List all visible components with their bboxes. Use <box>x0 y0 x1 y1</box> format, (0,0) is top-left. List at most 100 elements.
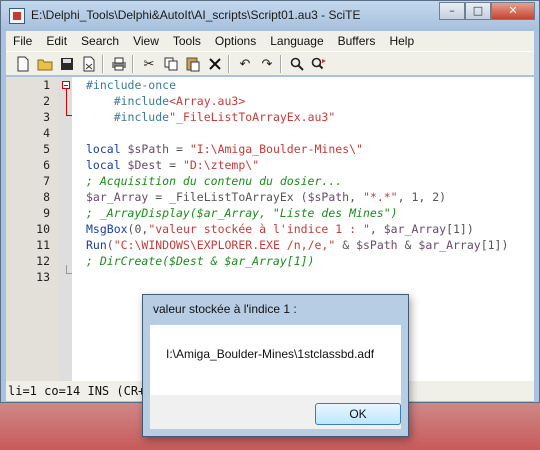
line-number: 3 <box>43 110 50 124</box>
line-text: ; DirCreate($Dest & $ar_Array[1]) <box>86 253 314 269</box>
code-line: 1 #include-once <box>6 77 534 93</box>
line-text: MsgBox(0,"valeur stockée à l'indice 1 : … <box>86 221 474 237</box>
code-line: 8 $ar_Array = _FileListToArrayEx ($sPath,… <box>6 189 534 205</box>
code-token: "valeur stockée à l'indice 1 : " <box>148 222 370 236</box>
close-file-icon[interactable] <box>80 55 98 73</box>
line-text: #include-once <box>86 77 176 93</box>
line-number: 13 <box>36 270 50 284</box>
scite-app-icon[interactable] <box>9 8 25 24</box>
code-token: ( <box>106 238 114 252</box>
code-line: 5 local $sPath = "I:\Amiga_Boulder-Mines\… <box>6 141 534 157</box>
code-token: "*.*" <box>362 190 398 204</box>
undo-icon[interactable]: ↶ <box>236 55 254 73</box>
code-token: Run <box>86 238 107 252</box>
dialog-title: valeur stockée à l'indice 1 : <box>153 302 297 316</box>
title-bar[interactable]: E:\Delphi_Tools\Delphi&AutoIt\AI_scripts… <box>1 1 539 31</box>
code-token: $sPath <box>356 238 398 252</box>
code-token: "I:\Amiga_Boulder-Mines\" <box>189 142 363 156</box>
code-token: [1]) <box>446 222 474 236</box>
replace-icon[interactable] <box>310 55 328 73</box>
line-text: #include<Array.au3> <box>86 93 246 109</box>
menu-view[interactable]: View <box>126 34 166 48</box>
code-token: local <box>86 158 128 172</box>
code-token: $ar_Array <box>418 238 481 252</box>
code-token: local <box>86 142 128 156</box>
maximize-button[interactable]: □ <box>465 2 491 20</box>
line-number: 6 <box>43 158 50 172</box>
toolbar-separator <box>102 55 104 73</box>
print-icon[interactable] <box>110 55 128 73</box>
code-line: 11 Run("C:\WINDOWS\EXPLORER.EXE /n,/e," &… <box>6 237 534 253</box>
code-token: MsgBox <box>86 222 128 236</box>
code-line: 3 #include"_FileListToArrayEx.au3" <box>6 109 534 125</box>
paste-icon[interactable] <box>184 55 202 73</box>
toolbar-separator <box>228 55 230 73</box>
open-folder-icon[interactable] <box>36 55 54 73</box>
line-text: Run("C:\WINDOWS\EXPLORER.EXE /n,/e," & $… <box>86 237 508 253</box>
menu-file[interactable]: File <box>6 34 39 48</box>
code-token: <Array.au3> <box>169 94 246 108</box>
code-token: [1]) <box>480 238 509 252</box>
minimize-button[interactable]: – <box>439 2 465 20</box>
line-text: local $Dest = "D:\ztemp\" <box>86 157 259 173</box>
code-token: "_FileListToArrayEx.au3" <box>169 110 336 124</box>
window-title: E:\Delphi_Tools\Delphi&AutoIt\AI_scripts… <box>31 8 361 22</box>
code-token: , <box>349 190 363 204</box>
code-line: 12 ; DirCreate($Dest & $ar_Array[1]) <box>6 253 534 269</box>
code-line: 9 ; _ArrayDisplay($ar_Array, "Liste des M… <box>6 205 534 221</box>
code-token: $Dest <box>127 158 163 172</box>
line-number: 12 <box>36 254 50 268</box>
code-token: (0, <box>127 222 149 236</box>
line-number: 9 <box>43 206 50 220</box>
save-icon[interactable] <box>58 55 76 73</box>
menu-bar: File Edit Search View Tools Options Lang… <box>6 31 534 51</box>
menu-help[interactable]: Help <box>382 34 421 48</box>
code-token: & <box>335 238 357 252</box>
line-text: ; Acquisition du contenu du dosier... <box>86 173 342 189</box>
menu-buffers[interactable]: Buffers <box>331 34 383 48</box>
code-line: 2 #include<Array.au3> <box>6 93 534 109</box>
menu-language[interactable]: Language <box>263 34 330 48</box>
code-line: 10 MsgBox(0,"valeur stockée à l'indice 1 … <box>6 221 534 237</box>
code-line: 4 <box>6 125 534 141</box>
msgbox-dialog: valeur stockée à l'indice 1 : I:\Amiga_B… <box>142 294 409 437</box>
code-token: "D:\ztemp\" <box>182 158 260 172</box>
dialog-message: I:\Amiga_Boulder-Mines\1stclassbd.adf <box>166 347 375 361</box>
line-number: 1 <box>43 78 50 92</box>
line-number: 7 <box>43 174 50 188</box>
line-number: 4 <box>43 126 50 140</box>
cut-icon[interactable]: ✂ <box>140 55 158 73</box>
ok-button[interactable]: OK <box>315 403 401 425</box>
copy-icon[interactable] <box>162 55 180 73</box>
line-text: local $sPath = "I:\Amiga_Boulder-Mines\" <box>86 141 363 157</box>
code-token: , 1, 2) <box>397 190 447 204</box>
menu-tools[interactable]: Tools <box>166 34 208 48</box>
code-token: = _FileListToArrayEx ( <box>148 190 308 204</box>
line-number: 8 <box>43 190 50 204</box>
code-token: = <box>169 142 190 156</box>
line-number: 2 <box>43 94 50 108</box>
line-text: $ar_Array = _FileListToArrayEx ($sPath , … <box>86 189 446 205</box>
new-file-icon[interactable] <box>14 55 32 73</box>
menu-search[interactable]: Search <box>74 34 126 48</box>
menu-options[interactable]: Options <box>208 34 263 48</box>
code-token: #include <box>86 94 170 108</box>
find-icon[interactable] <box>288 55 306 73</box>
code-token: $ar_Array <box>383 222 447 236</box>
redo-icon[interactable]: ↷ <box>258 55 276 73</box>
line-text: ; _ArrayDisplay($ar_Array, "Liste des Mi… <box>86 205 398 221</box>
menu-edit[interactable]: Edit <box>39 34 74 48</box>
code-token: $sPath <box>307 190 350 204</box>
toolbar: ✂ ↶ ↷ <box>6 51 534 75</box>
window-controls: – □ ✕ <box>439 2 535 20</box>
close-button[interactable]: ✕ <box>491 2 535 20</box>
code-token: , <box>369 222 384 236</box>
delete-icon[interactable] <box>206 55 224 73</box>
code-line: 7 ; Acquisition du contenu du dosier... <box>6 173 534 189</box>
toolbar-separator <box>280 55 282 73</box>
line-number: 11 <box>36 238 50 252</box>
code-token: ; _ArrayDisplay($ar_Array, "Liste des Mi… <box>86 206 398 220</box>
line-number: 10 <box>36 222 50 236</box>
code-token: ; Acquisition du contenu du dosier... <box>86 174 343 188</box>
code-token: $ar_Array <box>86 190 149 204</box>
